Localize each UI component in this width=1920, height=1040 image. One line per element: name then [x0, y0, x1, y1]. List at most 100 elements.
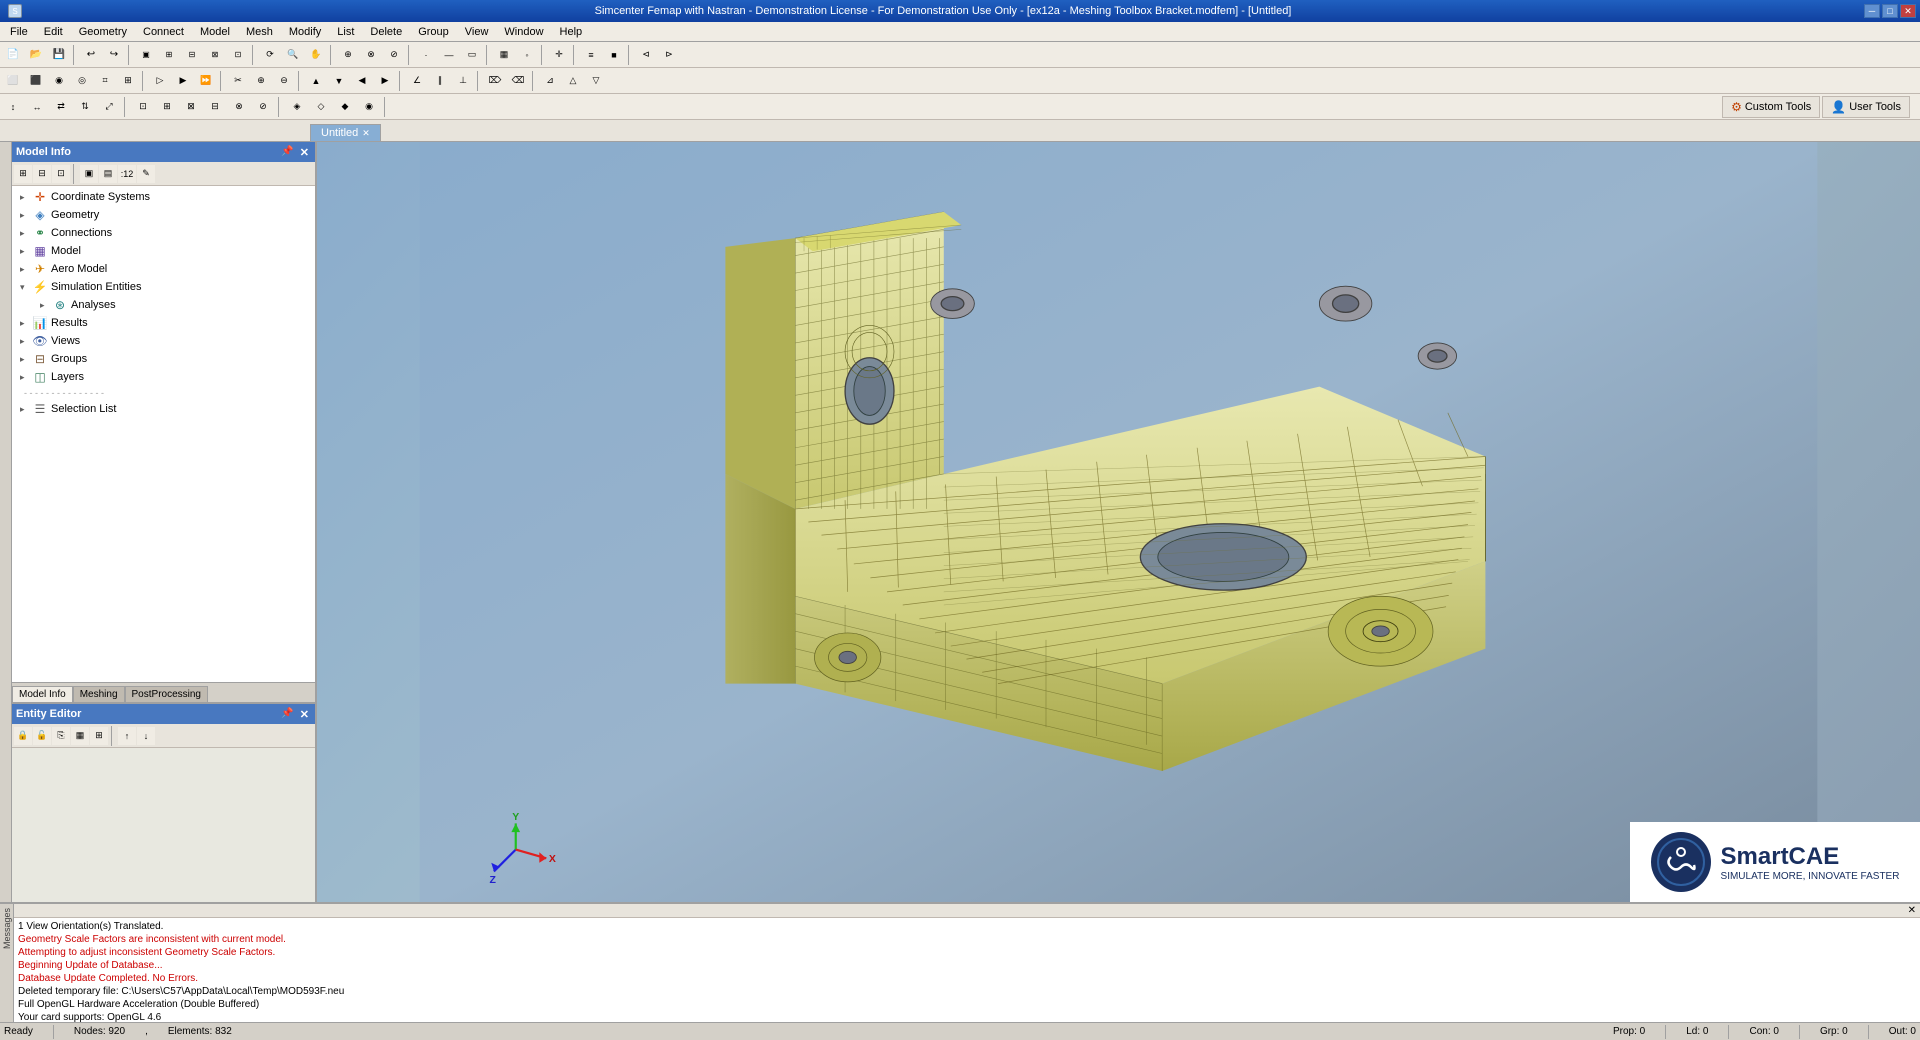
viewport-canvas[interactable]: Z Y X	[317, 142, 1920, 902]
tb3-5[interactable]: ⤢	[98, 96, 120, 118]
panel-close-button[interactable]: ✕	[298, 146, 311, 159]
tree-item-geom[interactable]: ▸ ◈ Geometry	[12, 206, 315, 224]
tb2-23[interactable]: △	[562, 70, 584, 92]
ee-grid-btn[interactable]: ▦	[71, 727, 89, 745]
minimize-button[interactable]: ─	[1864, 4, 1880, 18]
messages-close-button[interactable]: ✕	[1908, 905, 1916, 916]
node-btn[interactable]: ◦	[516, 44, 538, 66]
tab-model-info[interactable]: Model Info	[12, 686, 73, 702]
close-button[interactable]: ✕	[1900, 4, 1916, 18]
tb2-3[interactable]: ◉	[48, 70, 70, 92]
menu-group[interactable]: Group	[410, 24, 457, 40]
load-btn[interactable]: ⊳	[658, 44, 680, 66]
tb2-15[interactable]: ◀	[351, 70, 373, 92]
tree-item-model[interactable]: ▸ ▦ Model	[12, 242, 315, 260]
new-btn[interactable]: 📄	[2, 44, 24, 66]
menu-edit[interactable]: Edit	[36, 24, 71, 40]
tb2-9[interactable]: ⏩	[195, 70, 217, 92]
menu-list[interactable]: List	[329, 24, 362, 40]
tb2-21[interactable]: ⌫	[507, 70, 529, 92]
tb3-1[interactable]: ↕	[2, 96, 24, 118]
mi-tb1[interactable]: ⊞	[14, 165, 32, 183]
panel-pin-button[interactable]: 📌	[279, 146, 295, 159]
analyses-expand[interactable]: ▸	[40, 300, 52, 311]
redo-btn[interactable]: ↪	[103, 44, 125, 66]
open-btn[interactable]: 📂	[25, 44, 47, 66]
menu-help[interactable]: Help	[552, 24, 591, 40]
mi-tb5[interactable]: ▤	[99, 165, 117, 183]
tree-item-selection[interactable]: ▸ ☰ Selection List	[12, 400, 315, 418]
tb2-16[interactable]: ▶	[374, 70, 396, 92]
ee-down-btn[interactable]: ↓	[137, 727, 155, 745]
tree-item-coord[interactable]: ▸ ✛ Coordinate Systems	[12, 188, 315, 206]
user-tools-button[interactable]: 👤 User Tools	[1822, 96, 1910, 118]
groups-expand[interactable]: ▸	[20, 354, 32, 365]
messages-side-label[interactable]: Messages	[2, 908, 12, 949]
entity-editor-close[interactable]: ✕	[298, 708, 311, 721]
tb2-22[interactable]: ⊿	[539, 70, 561, 92]
ee-group-btn[interactable]: ⊞	[90, 727, 108, 745]
conn-expand[interactable]: ▸	[20, 228, 32, 239]
mat-btn[interactable]: ■	[603, 44, 625, 66]
mi-tb2[interactable]: ⊟	[33, 165, 51, 183]
tree-item-layers[interactable]: ▸ ◫ Layers	[12, 368, 315, 386]
tb2-12[interactable]: ⊖	[273, 70, 295, 92]
entity-editor-pin[interactable]: 📌	[279, 708, 295, 721]
ee-up-btn[interactable]: ↑	[118, 727, 136, 745]
tb3-4[interactable]: ⇅	[74, 96, 96, 118]
viewport-tab-close[interactable]: ✕	[362, 128, 370, 139]
bc-btn[interactable]: ⊲	[635, 44, 657, 66]
view4[interactable]: ⊠	[204, 44, 226, 66]
views-expand[interactable]: ▸	[20, 336, 32, 347]
tb2-6[interactable]: ⊞	[117, 70, 139, 92]
save-btn[interactable]: 💾	[48, 44, 70, 66]
tb3-12[interactable]: ◈	[286, 96, 308, 118]
lines-btn[interactable]: —	[438, 44, 460, 66]
tree-item-analyses[interactable]: ▸ ⊛ Analyses	[12, 296, 315, 314]
sel-expand[interactable]: ▸	[20, 404, 32, 415]
tab-postprocessing[interactable]: PostProcessing	[125, 686, 208, 702]
menu-connect[interactable]: Connect	[135, 24, 192, 40]
menu-file[interactable]: File	[2, 24, 36, 40]
tb3-13[interactable]: ◇	[310, 96, 332, 118]
tb3-2[interactable]: ↔	[26, 96, 48, 118]
tb2-8[interactable]: ▶	[172, 70, 194, 92]
aero-expand[interactable]: ▸	[20, 264, 32, 275]
prop-btn[interactable]: ≡	[580, 44, 602, 66]
mi-tb7[interactable]: ✎	[137, 165, 155, 183]
tb2-11[interactable]: ⊕	[250, 70, 272, 92]
layers-expand[interactable]: ▸	[20, 372, 32, 383]
desel-btn[interactable]: ⊘	[383, 44, 405, 66]
view1[interactable]: ▣	[135, 44, 157, 66]
mi-tb4[interactable]: ▣	[80, 165, 98, 183]
tb3-8[interactable]: ⊠	[180, 96, 202, 118]
menu-mesh[interactable]: Mesh	[238, 24, 281, 40]
points-btn[interactable]: ·	[415, 44, 437, 66]
mi-tb3[interactable]: ⊡	[52, 165, 70, 183]
tb2-20[interactable]: ⌦	[484, 70, 506, 92]
tb3-15[interactable]: ◉	[358, 96, 380, 118]
tree-item-sim[interactable]: ▾ ⚡ Simulation Entities	[12, 278, 315, 296]
tb2-10[interactable]: ✂	[227, 70, 249, 92]
mi-tb6[interactable]: :12	[118, 165, 136, 183]
tree-item-groups[interactable]: ▸ ⊟ Groups	[12, 350, 315, 368]
tb3-11[interactable]: ⊘	[252, 96, 274, 118]
menu-view[interactable]: View	[457, 24, 497, 40]
surf-btn[interactable]: ▭	[461, 44, 483, 66]
custom-tools-button[interactable]: ⚙ Custom Tools	[1722, 96, 1820, 118]
viewport-tab-untitled[interactable]: Untitled ✕	[310, 124, 381, 141]
tb2-24[interactable]: ▽	[585, 70, 607, 92]
tree-item-results[interactable]: ▸ 📊 Results	[12, 314, 315, 332]
undo-btn[interactable]: ↩	[80, 44, 102, 66]
tb2-13[interactable]: ▲	[305, 70, 327, 92]
model-expand[interactable]: ▸	[20, 246, 32, 257]
menu-delete[interactable]: Delete	[362, 24, 410, 40]
zoom-btn[interactable]: 🔍	[282, 44, 304, 66]
messages-text[interactable]: 1 View Orientation(s) Translated. Geomet…	[14, 918, 1920, 1022]
coord-expand[interactable]: ▸	[20, 192, 32, 203]
tree-item-views[interactable]: ▸ 👁 Views	[12, 332, 315, 350]
menu-model[interactable]: Model	[192, 24, 238, 40]
select-btn[interactable]: ⊗	[360, 44, 382, 66]
menu-geometry[interactable]: Geometry	[71, 24, 135, 40]
window-controls[interactable]: ─ □ ✕	[1864, 4, 1916, 18]
